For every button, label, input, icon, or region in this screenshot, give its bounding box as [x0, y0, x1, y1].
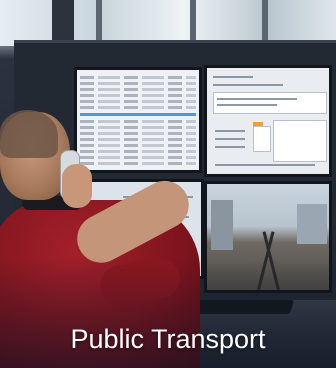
dispatch-form-screen	[207, 68, 329, 174]
operator-hair	[0, 110, 58, 158]
operator-hand	[62, 164, 92, 208]
monitor-dispatch-form	[204, 65, 332, 177]
monitor-schedule-table	[74, 67, 202, 173]
public-transport-tile[interactable]: Public Transport	[0, 0, 336, 368]
tile-caption: Public Transport	[70, 324, 266, 354]
track-camera-screen	[207, 184, 329, 290]
schedule-table-screen	[77, 70, 199, 170]
monitor-camera-feed	[204, 181, 332, 293]
keyboard	[193, 300, 295, 314]
